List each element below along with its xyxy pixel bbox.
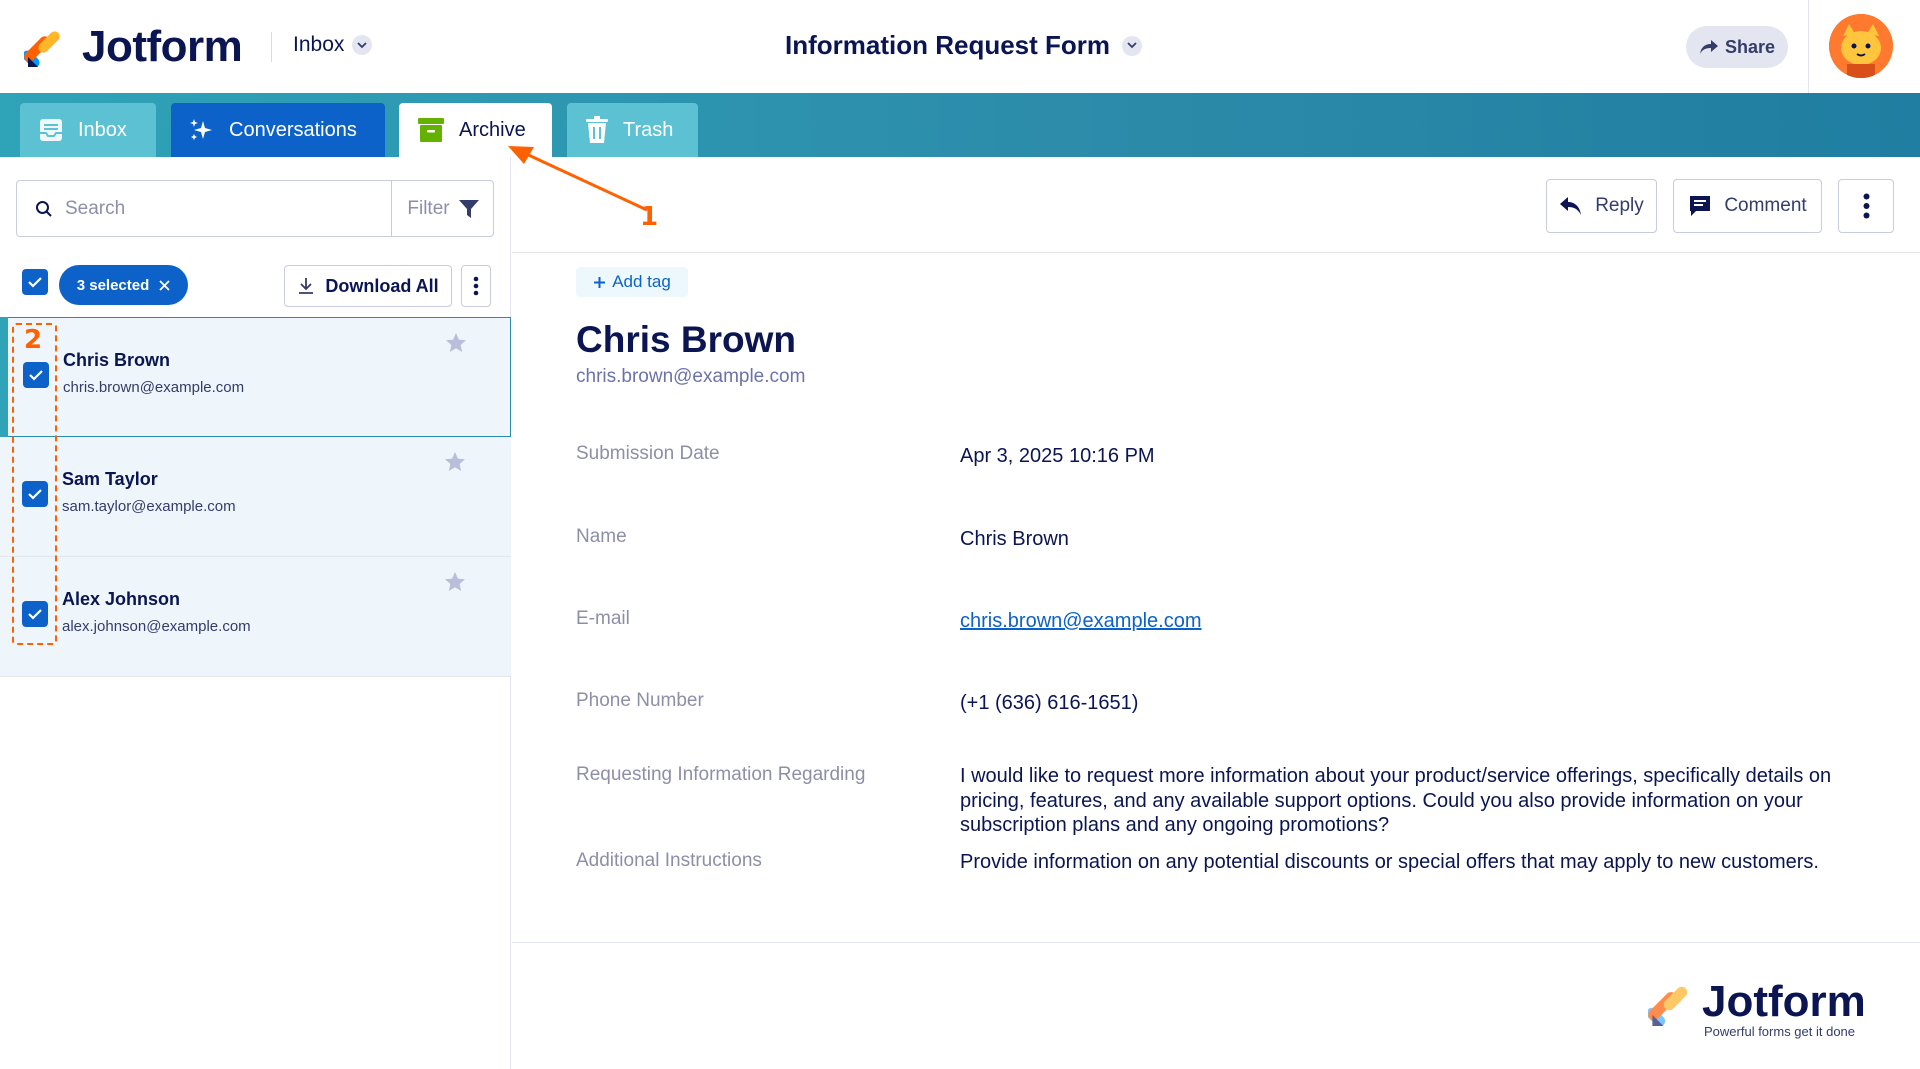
- star-icon[interactable]: [443, 570, 467, 594]
- inbox-dropdown-label: Inbox: [293, 33, 345, 56]
- close-icon[interactable]: [159, 279, 170, 291]
- download-all-label: Download All: [325, 275, 439, 296]
- jotform-logo[interactable]: Jotform: [24, 22, 243, 72]
- field-label-additional-instructions: Additional Instructions: [576, 850, 762, 871]
- checkmark-icon: [28, 277, 42, 288]
- submissions-sidebar: Filter 3 selected Download All Chris Bro…: [0, 157, 511, 1069]
- comment-label: Comment: [1724, 195, 1807, 216]
- divider: [271, 32, 272, 62]
- kebab-menu-icon: [1863, 193, 1869, 219]
- share-arrow-icon: [1699, 40, 1718, 54]
- field-value-requesting-info: I would like to request more information…: [960, 765, 1832, 836]
- divider: [512, 942, 1920, 943]
- user-avatar-icon: [1829, 14, 1893, 78]
- archive-icon: [418, 118, 444, 142]
- field-value-email-link[interactable]: chris.brown@example.com: [960, 609, 1840, 634]
- comment-icon: [1690, 196, 1711, 216]
- reply-button[interactable]: Reply: [1546, 179, 1657, 233]
- submission-name: Sam Taylor: [62, 469, 158, 489]
- submitter-email: chris.brown@example.com: [576, 366, 806, 387]
- field-label-name: Name: [576, 526, 627, 547]
- submission-row[interactable]: Sam Taylor sam.taylor@example.com: [0, 437, 511, 557]
- field-label-requesting-info: Requesting Information Regarding: [576, 764, 866, 785]
- more-actions-button[interactable]: [1838, 179, 1894, 233]
- tab-inbox[interactable]: Inbox: [20, 103, 156, 157]
- tab-conversations-label: Conversations: [229, 118, 357, 141]
- chevron-down-icon: [352, 35, 373, 55]
- field-value-name: Chris Brown: [960, 528, 1069, 550]
- tab-inbox-label: Inbox: [78, 118, 127, 141]
- share-label: Share: [1724, 36, 1776, 57]
- comment-button[interactable]: Comment: [1673, 179, 1822, 233]
- avatar[interactable]: [1829, 14, 1893, 78]
- inbox-icon: [40, 119, 62, 141]
- submission-detail: Reply Comment Add tag Chris Brown chris.…: [512, 157, 1920, 1069]
- jotform-logo-icon: [1648, 986, 1688, 1026]
- filter-button[interactable]: Filter: [391, 181, 495, 236]
- annotation-arrow: [508, 146, 648, 212]
- detail-toolbar: Reply Comment: [512, 157, 1920, 253]
- kebab-menu-icon: [473, 276, 479, 296]
- submitter-name: Chris Brown: [576, 319, 796, 360]
- field-label-email: E-mail: [576, 608, 630, 629]
- field-label-submission-date: Submission Date: [576, 443, 720, 464]
- search-box: Filter: [16, 180, 494, 237]
- form-title: Information Request Form: [785, 30, 1111, 60]
- search-input[interactable]: [65, 197, 385, 220]
- submission-row[interactable]: Alex Johnson alex.johnson@example.com: [0, 557, 511, 677]
- share-button[interactable]: Share: [1686, 26, 1788, 68]
- search-icon: [33, 198, 55, 220]
- reply-label: Reply: [1595, 195, 1644, 216]
- star-icon[interactable]: [444, 331, 468, 355]
- filter-funnel-icon: [458, 199, 479, 218]
- annotation-step-1: 1: [640, 202, 659, 232]
- field-label-phone: Phone Number: [576, 690, 704, 711]
- plus-icon: [594, 276, 606, 288]
- field-value-phone: (+1 (636) 616-1651): [960, 692, 1139, 714]
- brand-name: Jotform: [82, 22, 243, 71]
- form-title-dropdown[interactable]: Information Request Form: [785, 30, 1143, 61]
- divider: [1808, 0, 1809, 93]
- submission-list: Chris Brown chris.brown@example.com Sam …: [0, 317, 511, 677]
- annotation-highlight-box: [12, 323, 57, 645]
- submission-row[interactable]: Chris Brown chris.brown@example.com: [0, 317, 511, 437]
- footer-tagline: Powerful forms get it done: [1704, 1024, 1856, 1039]
- more-options-button[interactable]: [461, 265, 491, 307]
- submission-email: alex.johnson@example.com: [62, 618, 251, 635]
- inbox-dropdown[interactable]: Inbox: [293, 33, 373, 57]
- submission-email: chris.brown@example.com: [63, 379, 245, 396]
- download-all-button[interactable]: Download All: [284, 265, 452, 307]
- annotation-step-2: 2: [24, 325, 43, 355]
- tab-bar: Inbox Conversations Archive Trash: [0, 93, 1920, 157]
- top-bar: Jotform Inbox Information Request Form S…: [0, 0, 1920, 93]
- submission-email: sam.taylor@example.com: [62, 498, 236, 515]
- submission-name: Chris Brown: [63, 350, 171, 370]
- footer-brand-name: Jotform: [1702, 977, 1866, 1026]
- selected-count-badge[interactable]: 3 selected: [59, 265, 188, 305]
- reply-arrow-icon: [1560, 197, 1582, 215]
- chevron-down-icon: [1122, 35, 1143, 56]
- tab-conversations[interactable]: Conversations: [171, 103, 385, 157]
- add-tag-label: Add tag: [612, 272, 671, 291]
- selected-count-label: 3 selected: [76, 276, 150, 294]
- star-icon[interactable]: [443, 450, 467, 474]
- download-icon: [299, 278, 314, 294]
- footer-brand: Jotform Powerful forms get it done: [1648, 980, 1866, 1039]
- jotform-logo-icon: [24, 31, 60, 67]
- filter-label: Filter: [407, 197, 450, 219]
- add-tag-button[interactable]: Add tag: [576, 267, 688, 297]
- sparkle-icon: [190, 119, 212, 140]
- field-value-additional-instructions: Provide information on any potential dis…: [960, 851, 1819, 873]
- field-value-submission-date: Apr 3, 2025 10:16 PM: [960, 445, 1155, 467]
- submission-name: Alex Johnson: [62, 589, 181, 609]
- select-all-checkbox[interactable]: [22, 269, 48, 295]
- bulk-actions-row: 3 selected Download All: [0, 257, 511, 317]
